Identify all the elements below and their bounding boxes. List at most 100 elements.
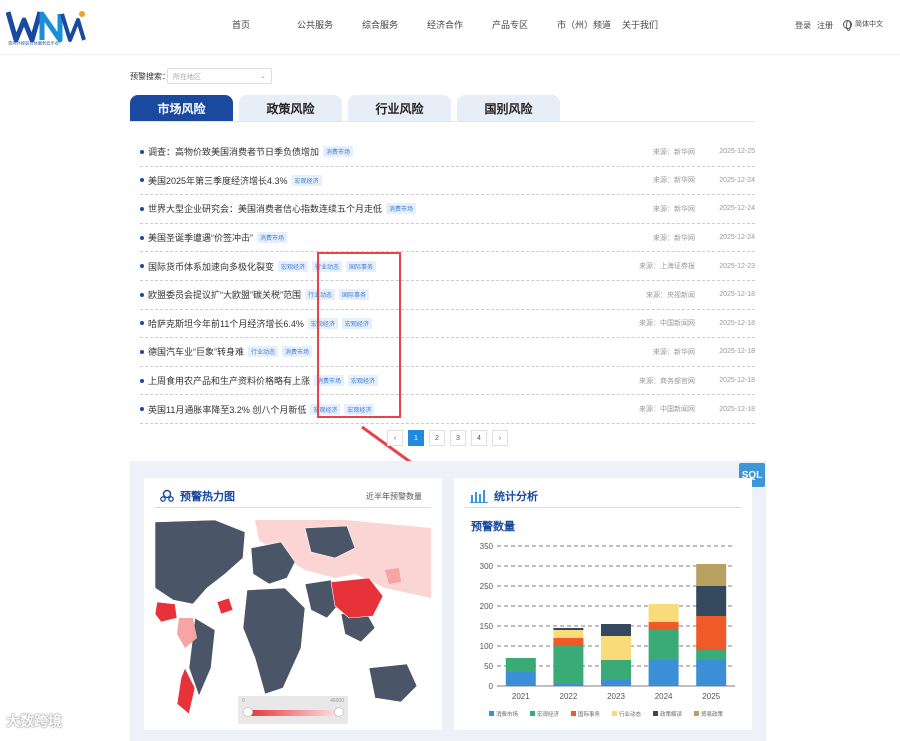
news-date: 2025-12-23: [719, 262, 755, 270]
nav-city-channel[interactable]: 市（州）频道: [557, 18, 622, 31]
news-row[interactable]: 国际货币体系加速向多极化裂变 宏观经济 行业动态 国际事务 来源：上海证券报 2025-1…: [140, 252, 755, 281]
news-source: 来源：新华网: [653, 234, 695, 242]
news-row[interactable]: 英国11月通胀率降至3.2% 创八个月新低 宏观经济 宏观经济 来源：中国新闻网 202…: [140, 395, 755, 424]
tab-policy-risk[interactable]: 政策风险: [239, 95, 342, 121]
page-1-button[interactable]: 1: [408, 430, 424, 446]
news-source: 来源：新华网: [653, 148, 695, 156]
news-title[interactable]: 欧盟委员会提议扩“大欧盟”碳关税”范围: [148, 288, 301, 301]
news-title[interactable]: 德国汽车业“巨象”转身难: [148, 345, 244, 358]
y-tick-label: 150: [480, 622, 494, 631]
page-2-button[interactable]: 2: [429, 430, 445, 446]
news-row[interactable]: 德国汽车业“巨象”转身难 行业动态 消费市场 来源：新华网 2025-12-18: [140, 338, 755, 367]
heatmap-header: 预警热力图: [160, 488, 235, 504]
page-4-button[interactable]: 4: [471, 430, 487, 446]
risk-tabs: 市场风险 政策风险 行业风险 国别风险: [130, 95, 560, 121]
bar-segment: [553, 628, 584, 630]
news-date: 2025-12-18: [719, 348, 755, 356]
news-tag[interactable]: 行业动态: [248, 346, 279, 358]
bar-segment: [696, 616, 727, 650]
bar-segment: [696, 660, 727, 686]
nav-economic-cooperation[interactable]: 经济合作: [427, 18, 492, 31]
news-date: 2025-12-18: [719, 377, 755, 385]
tab-market-risk[interactable]: 市场风险: [130, 95, 233, 121]
stats-header: 统计分析: [470, 488, 538, 504]
nav-public-service[interactable]: 公共服务: [297, 18, 362, 31]
news-date: 2025-12-24: [719, 176, 755, 184]
news-title[interactable]: 美国圣诞季遭遇“价签冲击”: [148, 231, 253, 244]
news-tag[interactable]: 宏观经济: [278, 260, 309, 272]
warning-count-chart: 预警数量 0 50 100 150 200 250 300 350 2021 2022 2023 202…: [471, 519, 735, 718]
news-tag[interactable]: 消费市场: [323, 146, 354, 158]
bullet-icon: [140, 407, 144, 412]
news-source: 来源：中国新闻网: [639, 406, 695, 414]
news-title[interactable]: 世界大型企业研究会：美国消费者信心指数连续五个月走低: [148, 202, 382, 215]
scale-min-handle[interactable]: [243, 707, 253, 717]
news-row[interactable]: 美国2025年第三季度经济增长4.3% 宏观经济 来源：新华网 2025-12-24: [140, 167, 755, 196]
news-source: 来源：新华网: [653, 348, 695, 356]
news-source: 来源：新华网: [653, 205, 695, 213]
news-title[interactable]: 国际货币体系加速向多极化裂变: [148, 260, 274, 273]
news-date: 2025-12-18: [719, 319, 755, 327]
world-heatmap[interactable]: [155, 518, 431, 726]
bar-segment: [648, 630, 679, 660]
main-nav: 首页 公共服务 综合服务 经济合作 产品专区 市（州）频道 关于我们: [232, 18, 687, 31]
nav-products[interactable]: 产品专区: [492, 18, 557, 31]
news-row[interactable]: 哈萨克斯坦今年前11个月经济增长6.4% 宏观经济 宏观经济 来源：中国新闻网 2025…: [140, 310, 755, 339]
y-tick-label: 350: [480, 542, 494, 551]
heatmap-scale[interactable]: 0 46000: [238, 696, 348, 724]
next-page-button[interactable]: ›: [492, 430, 508, 446]
prev-page-button[interactable]: ‹: [387, 430, 403, 446]
bar-segment: [696, 564, 727, 586]
language-switch[interactable]: 简体中文: [843, 19, 883, 31]
bar-segment: [648, 604, 679, 622]
tab-industry-risk[interactable]: 行业风险: [348, 95, 451, 121]
y-tick-label: 100: [480, 642, 494, 651]
news-row[interactable]: 调查：高物价致美国消费者节日季负债增加 消费市场 来源：新华网 2025-12-25: [140, 138, 755, 167]
register-link[interactable]: 注册: [817, 20, 833, 31]
news-title[interactable]: 美国2025年第三季度经济增长4.3%: [148, 174, 288, 187]
bar-segment: [648, 622, 679, 630]
x-tick-label: 2022: [560, 692, 578, 701]
nav-home[interactable]: 首页: [232, 18, 297, 31]
region-select[interactable]: 所在地区 ⌄: [167, 68, 272, 84]
page-3-button[interactable]: 3: [450, 430, 466, 446]
globe-icon: [843, 19, 852, 31]
news-list: 调查：高物价致美国消费者节日季负债增加 消费市场 来源：新华网 2025-12-25 美…: [140, 138, 755, 424]
stats-divider: [465, 507, 741, 508]
tab-country-risk[interactable]: 国别风险: [457, 95, 560, 121]
scale-max-handle[interactable]: [334, 707, 344, 717]
news-title[interactable]: 英国11月通胀率降至3.2% 创八个月新低: [148, 403, 306, 416]
legend-label: 宏观经济: [537, 710, 560, 718]
news-row[interactable]: 世界大型企业研究会：美国消费者信心指数连续五个月走低 消费市场 来源：新华网 2025…: [140, 195, 755, 224]
y-tick-label: 200: [480, 602, 494, 611]
news-source: 来源：央视新闻: [646, 291, 695, 299]
legend-swatch: [571, 711, 576, 716]
news-source: 来源：上海证券报: [639, 263, 695, 271]
news-title[interactable]: 哈萨克斯坦今年前11个月经济增长6.4%: [148, 317, 304, 330]
news-date: 2025-12-25: [719, 148, 755, 156]
tab-divider: [130, 121, 755, 122]
x-tick-label: 2021: [512, 692, 530, 701]
region-placeholder: 所在地区: [173, 74, 201, 81]
news-row[interactable]: 美国圣诞季遭遇“价签冲击” 消费市场 来源：新华网 2025-12-24: [140, 224, 755, 253]
news-row[interactable]: 上周食用农产品和生产资料价格略有上涨 消费市场 宏观经济 来源：商务部官网 2025-1…: [140, 367, 755, 396]
bar-segment: [505, 658, 536, 672]
bar-segment: [601, 660, 631, 680]
news-tag[interactable]: 消费市场: [257, 232, 288, 244]
logo-subtitle: 贵州外经贸公共服务云平台: [8, 40, 60, 46]
news-tag[interactable]: 消费市场: [386, 203, 417, 215]
news-tag[interactable]: 宏观经济: [291, 174, 322, 186]
news-tag[interactable]: 消费市场: [282, 346, 313, 358]
nav-about[interactable]: 关于我们: [622, 18, 687, 31]
heatmap-divider: [155, 507, 431, 508]
news-title[interactable]: 上周食用农产品和生产资料价格略有上涨: [148, 374, 310, 387]
news-row[interactable]: 欧盟委员会提议扩“大欧盟”碳关税”范围 行业动态 国际事务 来源：央视新闻 2025-1…: [140, 281, 755, 310]
nav-integrated-service[interactable]: 综合服务: [362, 18, 427, 31]
news-date: 2025-12-24: [719, 234, 755, 242]
login-link[interactable]: 登录: [795, 20, 811, 31]
news-title[interactable]: 调查：高物价致美国消费者节日季负债增加: [148, 145, 319, 158]
heatmap-title: 预警热力图: [180, 491, 235, 503]
bullet-icon: [140, 149, 144, 154]
heatmap-icon: [160, 489, 174, 502]
bar-segment: [696, 586, 727, 616]
